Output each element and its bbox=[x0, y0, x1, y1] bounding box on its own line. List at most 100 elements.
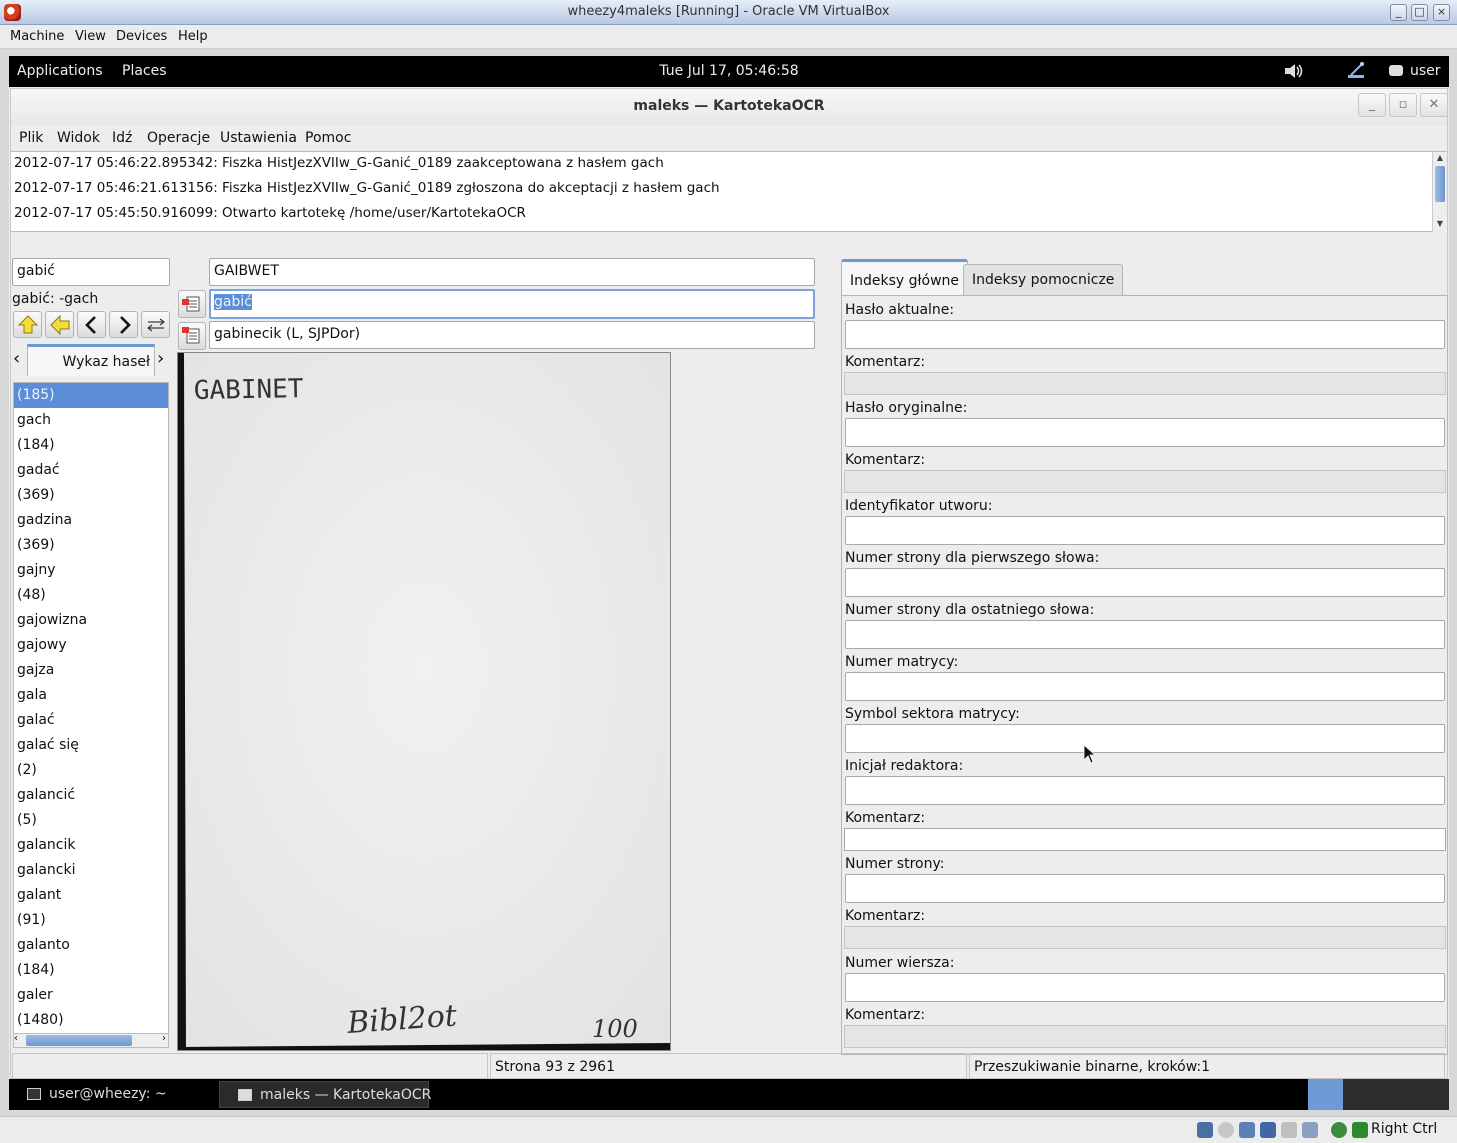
list-item[interactable]: gadzina bbox=[14, 508, 168, 533]
go-up-button[interactable] bbox=[13, 311, 42, 338]
first-page-input[interactable] bbox=[845, 568, 1445, 597]
list-item[interactable]: (185) bbox=[14, 383, 168, 408]
go-back-button[interactable] bbox=[45, 311, 74, 338]
scroll-thumb[interactable] bbox=[1435, 166, 1445, 202]
list-hscrollbar[interactable]: ‹ › bbox=[13, 1033, 169, 1048]
menu-help[interactable]: Help bbox=[178, 29, 208, 44]
page-number-input[interactable] bbox=[845, 874, 1445, 903]
sort-icon bbox=[146, 318, 165, 332]
list-tab-prev-icon[interactable]: ‹ bbox=[13, 348, 20, 369]
menu-pomoc[interactable]: Pomoc bbox=[305, 130, 351, 146]
taskbar-terminal[interactable]: user@wheezy: ~ bbox=[9, 1081, 219, 1108]
list-item[interactable]: (2) bbox=[14, 758, 168, 783]
last-page-input[interactable] bbox=[845, 620, 1445, 649]
app-minimize-icon[interactable]: _ bbox=[1358, 93, 1386, 117]
clock[interactable]: Tue Jul 17, 05:46:58 bbox=[9, 63, 1449, 79]
menu-machine[interactable]: Machine bbox=[10, 29, 64, 44]
accept-headword-button[interactable] bbox=[178, 290, 206, 318]
app-close-icon[interactable]: ✕ bbox=[1420, 93, 1448, 117]
current-headword-input[interactable] bbox=[845, 320, 1445, 349]
scroll-left-icon[interactable]: ‹ bbox=[14, 1033, 18, 1044]
list-item[interactable]: galać się bbox=[14, 733, 168, 758]
editor-initial-input[interactable] bbox=[845, 776, 1445, 805]
menu-operacje[interactable]: Operacje bbox=[147, 130, 210, 146]
scroll-thumb[interactable] bbox=[26, 1035, 132, 1046]
mouse-integration-icon[interactable] bbox=[1331, 1122, 1347, 1138]
list-item[interactable]: galancić bbox=[14, 783, 168, 808]
scroll-down-icon[interactable]: ▼ bbox=[1434, 218, 1446, 230]
scroll-right-icon[interactable]: › bbox=[162, 1033, 166, 1044]
list-tab[interactable]: Wykaz haseł bbox=[27, 344, 155, 376]
close-icon[interactable]: × bbox=[1433, 4, 1450, 21]
list-item[interactable]: (48) bbox=[14, 583, 168, 608]
last-page-label: Numer strony dla ostatniego słowa: bbox=[845, 602, 1095, 618]
list-item[interactable]: gajowizna bbox=[14, 608, 168, 633]
matrix-sector-input[interactable] bbox=[845, 724, 1445, 753]
original-headword-input[interactable] bbox=[845, 418, 1445, 447]
headword-list[interactable]: (185) gach (184) gadać (369) gadzina (369) gajn… bbox=[13, 382, 169, 1042]
menu-plik[interactable]: Plik bbox=[19, 130, 43, 146]
menu-devices[interactable]: Devices bbox=[116, 29, 167, 44]
list-item[interactable]: galancki bbox=[14, 858, 168, 883]
sort-button[interactable] bbox=[141, 311, 170, 338]
keyboard-capture-icon[interactable] bbox=[1352, 1122, 1368, 1138]
matrix-number-input[interactable] bbox=[845, 672, 1445, 701]
list-item[interactable]: (184) bbox=[14, 958, 168, 983]
hint-button[interactable] bbox=[178, 322, 206, 350]
menu-widok[interactable]: Widok bbox=[57, 130, 100, 146]
usb-icon[interactable] bbox=[1239, 1122, 1255, 1138]
scroll-up-icon[interactable]: ▲ bbox=[1434, 152, 1446, 164]
list-item[interactable]: galer bbox=[14, 983, 168, 1008]
network-icon[interactable] bbox=[1345, 61, 1367, 81]
menu-idz[interactable]: Idź bbox=[112, 130, 132, 146]
list-item[interactable]: gajny bbox=[14, 558, 168, 583]
list-item[interactable]: gajowy bbox=[14, 633, 168, 658]
user-menu[interactable]: user bbox=[1410, 63, 1441, 79]
workspace-1[interactable] bbox=[1308, 1079, 1343, 1110]
list-item[interactable]: (91) bbox=[14, 908, 168, 933]
list-item[interactable]: (1480) bbox=[14, 1008, 168, 1033]
next-button[interactable] bbox=[109, 311, 138, 338]
hard-disk-icon[interactable] bbox=[1197, 1122, 1213, 1138]
previous-button[interactable] bbox=[77, 311, 106, 338]
menu-ustawienia[interactable]: Ustawienia bbox=[220, 130, 297, 146]
list-item[interactable]: galant bbox=[14, 883, 168, 908]
optical-drive-icon[interactable] bbox=[1218, 1122, 1234, 1138]
shared-folders-icon[interactable] bbox=[1281, 1122, 1297, 1138]
log-scrollbar[interactable]: ▲ ▼ bbox=[1432, 152, 1447, 232]
line-number-input[interactable] bbox=[845, 973, 1445, 1002]
arrow-left-icon bbox=[49, 314, 69, 336]
display-icon[interactable] bbox=[1302, 1122, 1318, 1138]
comment-field[interactable] bbox=[844, 828, 1446, 851]
headword-input[interactable]: gabić bbox=[209, 289, 815, 319]
list-item[interactable]: (369) bbox=[14, 533, 168, 558]
app-maximize-icon[interactable]: ▫ bbox=[1389, 93, 1417, 117]
list-item[interactable]: galać bbox=[14, 708, 168, 733]
list-item[interactable]: gala bbox=[14, 683, 168, 708]
list-item[interactable]: (5) bbox=[14, 808, 168, 833]
tab-main-indexes[interactable]: Indeksy główne bbox=[841, 259, 969, 296]
workspace-switcher[interactable] bbox=[1308, 1079, 1449, 1110]
minimize-icon[interactable]: _ bbox=[1390, 4, 1407, 21]
maximize-icon[interactable]: □ bbox=[1411, 4, 1428, 21]
list-item[interactable]: gajza bbox=[14, 658, 168, 683]
list-item[interactable]: galancik bbox=[14, 833, 168, 858]
list-tab-next-icon[interactable]: › bbox=[157, 348, 164, 369]
work-id-input[interactable] bbox=[845, 516, 1445, 545]
list-item[interactable]: gadać bbox=[14, 458, 168, 483]
tab-aux-indexes[interactable]: Indeksy pomocnicze bbox=[963, 264, 1124, 296]
log-panel[interactable]: 2012-07-17 05:46:22.895342: Fiszka HistJ… bbox=[11, 151, 1447, 232]
list-item[interactable]: (184) bbox=[14, 433, 168, 458]
search-input[interactable]: gabić bbox=[12, 258, 170, 286]
list-item[interactable]: gach bbox=[14, 408, 168, 433]
hint-field[interactable]: gabinecik (L, SJPDor) bbox=[209, 321, 815, 349]
menu-view[interactable]: View bbox=[75, 29, 106, 44]
terminal-icon bbox=[27, 1088, 41, 1100]
list-item[interactable]: galanto bbox=[14, 933, 168, 958]
list-item[interactable]: (369) bbox=[14, 483, 168, 508]
volume-icon[interactable] bbox=[1283, 62, 1305, 80]
ocr-text-field[interactable]: GAIBWET bbox=[209, 258, 815, 286]
taskbar-app[interactable]: maleks — KartotekaOCR bbox=[219, 1081, 431, 1108]
network-adapter-icon[interactable] bbox=[1260, 1122, 1276, 1138]
chat-icon[interactable] bbox=[1389, 65, 1403, 76]
